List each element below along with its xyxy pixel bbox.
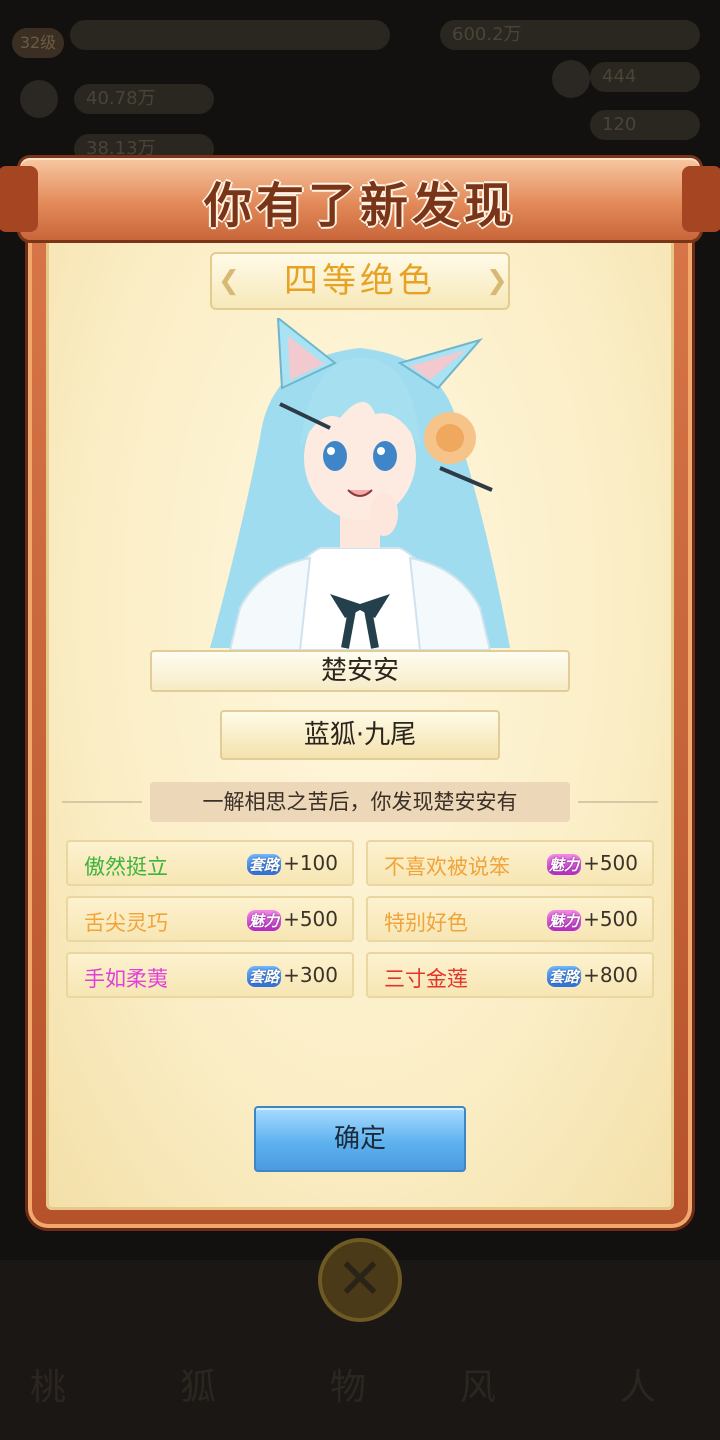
trait-stat: 套路 +100 (247, 851, 338, 875)
desc-divider-right (578, 801, 658, 803)
trait-name: 舌尖灵巧 (84, 911, 168, 935)
trait-name: 特别好色 (384, 911, 468, 935)
discovery-description: 一解相思之苦后，你发现楚安安有 (150, 782, 570, 822)
trait-card: 三寸金莲 套路 +800 (366, 952, 654, 998)
character-name: 楚安安 (320, 656, 399, 686)
trait-value: +300 (283, 963, 338, 987)
trait-stat: 魅力 +500 (547, 851, 638, 875)
stat-badge-icon: 套路 (247, 854, 282, 875)
trait-name: 三寸金莲 (384, 967, 468, 991)
trait-card: 舌尖灵巧 魅力 +500 (66, 896, 354, 942)
stat-badge-icon: 魅力 (547, 854, 582, 875)
grade-label: 四等绝色 (284, 261, 436, 301)
trait-name: 手如柔荑 (84, 967, 168, 991)
trait-stat: 魅力 +500 (547, 907, 638, 931)
nav-item-4: 风 (460, 1367, 497, 1408)
nav-item-2: 狐 (180, 1367, 217, 1408)
right-stat-1: 444 (590, 62, 700, 92)
trait-stat: 魅力 +500 (247, 907, 338, 931)
trait-card: 手如柔荑 套路 +300 (66, 952, 354, 998)
trait-name: 傲然挺立 (84, 855, 168, 879)
character-title-plate: 蓝狐·九尾 (220, 710, 500, 760)
trait-name: 不喜欢被说笨 (384, 855, 510, 879)
trait-value: +500 (283, 907, 338, 931)
close-button[interactable]: ✕ (318, 1238, 402, 1322)
nav-item-5: 人 (620, 1367, 657, 1408)
trait-value: +500 (583, 907, 638, 931)
bg-resource-icon (552, 60, 590, 98)
stat-badge-icon: 套路 (247, 966, 282, 987)
trait-value: +100 (283, 851, 338, 875)
modal-title: 你有了新发现 (203, 178, 516, 234)
trait-stat: 套路 +800 (547, 963, 638, 987)
grade-plate: ❮ 四等绝色 ❯ (210, 252, 510, 310)
plate-right-ornament-icon: ❯ (486, 266, 512, 296)
trait-value: +800 (583, 963, 638, 987)
trait-stat: 套路 +300 (247, 963, 338, 987)
stat-badge-icon: 魅力 (547, 910, 582, 931)
left-stat-1: 40.78万 (74, 84, 214, 114)
bg-avatar-icon (20, 80, 58, 118)
fox-girl-illustration (210, 318, 510, 650)
nav-item-1: 桃 (30, 1367, 67, 1408)
plate-left-ornament-icon: ❮ (218, 266, 244, 296)
stat-badge-icon: 套路 (547, 966, 582, 987)
character-name-plate: 楚安安 (150, 650, 570, 692)
stat-badge-icon: 魅力 (247, 910, 282, 931)
nav-item-3: 物 (330, 1367, 367, 1408)
trait-card: 不喜欢被说笨 魅力 +500 (366, 840, 654, 886)
character-title: 蓝狐·九尾 (303, 720, 417, 750)
desc-divider-left (62, 801, 142, 803)
confirm-button[interactable]: 确定 (254, 1106, 466, 1172)
close-icon: ✕ (336, 1247, 384, 1312)
top-stat-bar: 600.2万 (440, 20, 700, 50)
trait-card: 特别好色 魅力 +500 (366, 896, 654, 942)
exp-bar (70, 20, 390, 50)
trait-value: +500 (583, 851, 638, 875)
trait-card: 傲然挺立 套路 +100 (66, 840, 354, 886)
character-portrait (200, 318, 520, 650)
player-level: 32级 (12, 28, 64, 58)
